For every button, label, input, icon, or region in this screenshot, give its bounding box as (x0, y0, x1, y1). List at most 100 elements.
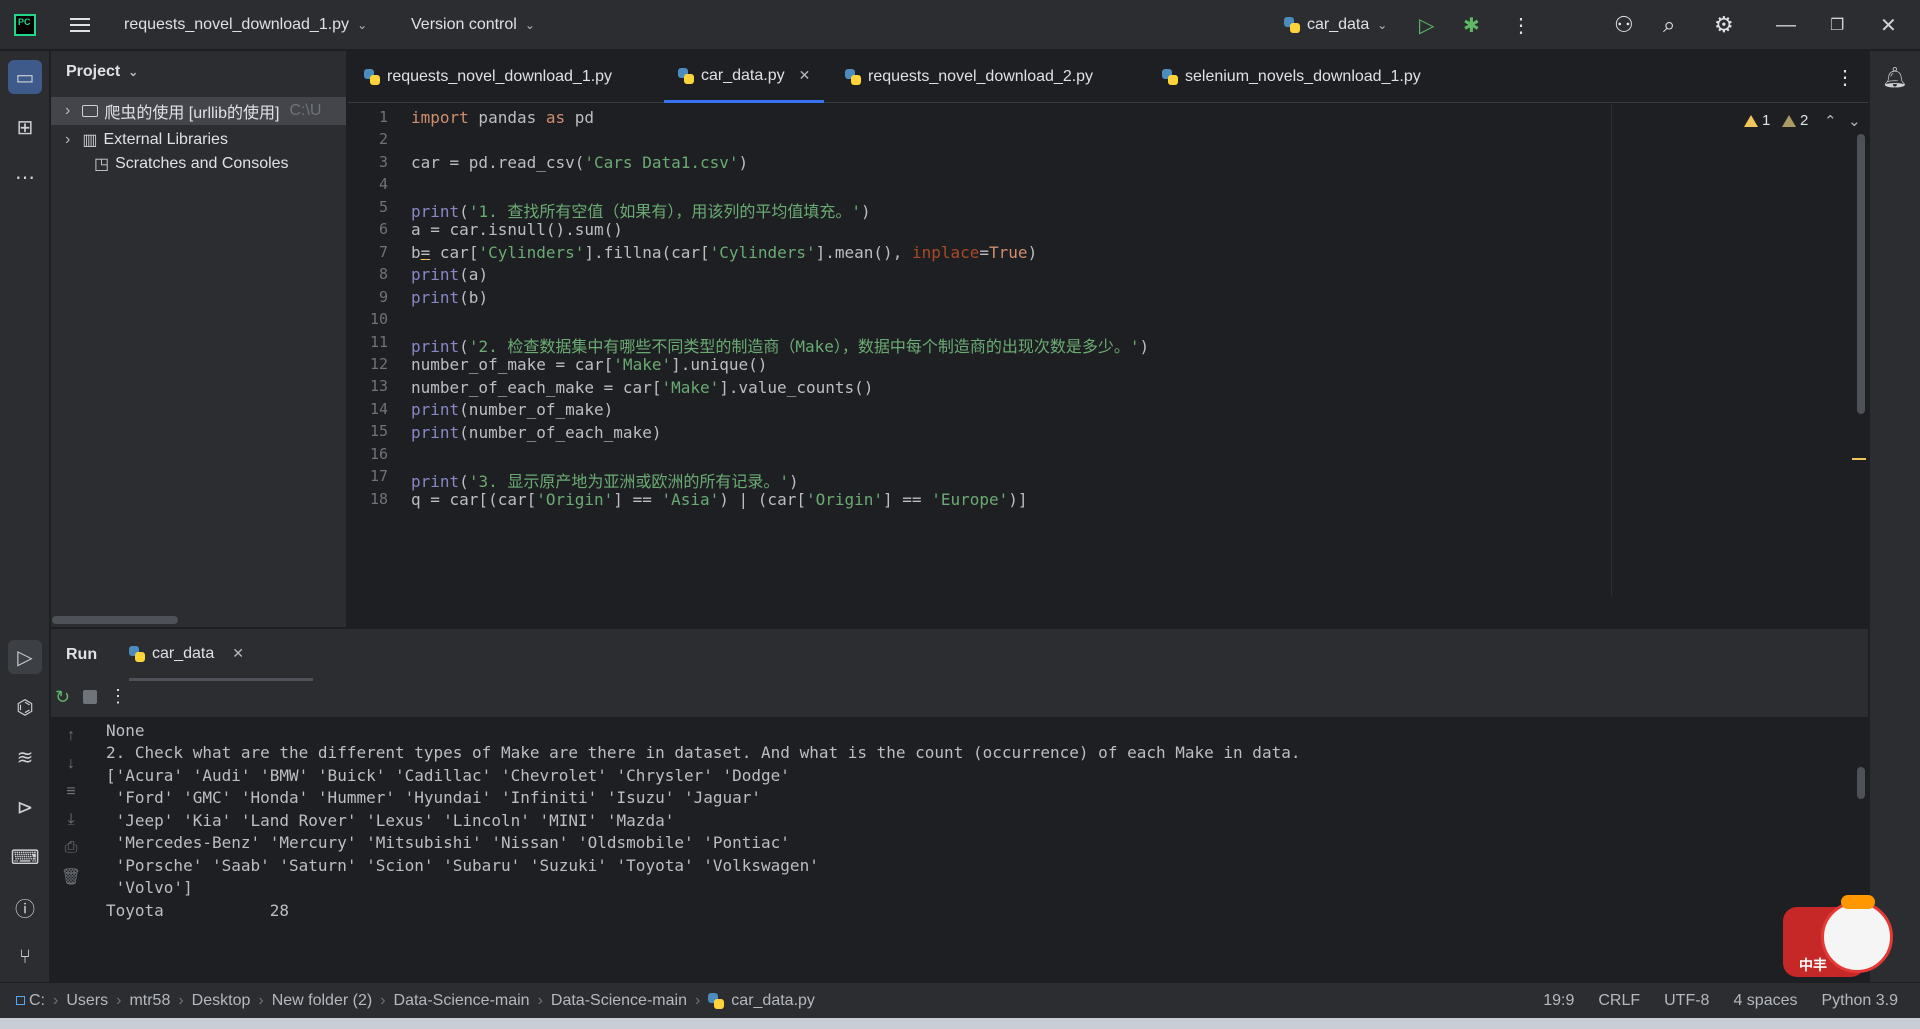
mascot-face (1821, 901, 1893, 973)
debug-icon[interactable]: ✱ (1463, 0, 1480, 50)
notifications-bell-icon[interactable]: 🔔︎ (1878, 60, 1912, 94)
run-tab-label: car_data (152, 644, 215, 662)
main-menu-icon[interactable] (70, 0, 90, 50)
run-tool-icon[interactable]: ▷ (8, 640, 42, 674)
tree-item-scratches[interactable]: ◳ Scratches and Consoles (51, 150, 289, 178)
console-output[interactable]: ↑ ↓ ≡ ⤓ ⎙ 🗑︎ None 2. Check what are the … (51, 717, 1868, 983)
title-bar: requests_novel_download_1.py ⌄ Version co… (0, 0, 1920, 50)
breadcrumb-separator-icon: › (258, 991, 264, 1009)
tab-requests-novel-download-2[interactable]: requests_novel_download_2.py (845, 51, 1093, 103)
layers-icon[interactable]: ≋ (8, 740, 42, 774)
run-panel-title: Run (66, 646, 98, 663)
run-tab-car-data[interactable]: car_data ✕ (129, 629, 313, 681)
line-number: 2 (378, 130, 388, 149)
console-vertical-scrollbar[interactable] (1857, 767, 1865, 799)
more-tools-icon[interactable]: ⋯ (8, 160, 42, 194)
project-panel-header[interactable]: Project ⌄ (66, 63, 138, 81)
breadcrumb-item[interactable]: Desktop (192, 992, 251, 1010)
code-editor[interactable]: 1 2 3 4 5 6 7 8 9 10 11 12 13 14 15 16 17 18 import panda… (348, 104, 1868, 596)
breadcrumb-item[interactable]: mtr58 (129, 992, 170, 1010)
warnings-indicator[interactable]: 1 (1744, 112, 1770, 129)
run-config-label: car_data (1307, 16, 1370, 33)
editor-vertical-scrollbar[interactable] (1857, 134, 1865, 414)
project-folder-icon[interactable]: ▭ (8, 60, 42, 94)
tree-item-label: Scratches and Consoles (115, 155, 289, 172)
tab-requests-novel-download-1[interactable]: requests_novel_download_1.py (364, 51, 612, 103)
vcs-dropdown[interactable]: Version control ⌄ (411, 0, 535, 50)
line-number: 9 (378, 287, 388, 306)
run-config-dropdown[interactable]: car_data ⌄ (1284, 0, 1387, 50)
mascot-overlay[interactable]: 中丰 (1783, 895, 1901, 985)
caret-position[interactable]: 19:9 (1543, 992, 1574, 1010)
previous-highlight-icon[interactable]: ⌃ (1824, 112, 1837, 130)
chevron-down-icon: ⌄ (128, 65, 139, 79)
breadcrumb-separator-icon: › (537, 991, 543, 1009)
close-window-icon[interactable]: ✕ (1880, 0, 1897, 50)
warning-stripe-marker[interactable] (1852, 458, 1866, 460)
next-highlight-icon[interactable]: ⌄ (1848, 112, 1861, 130)
code-line: print('2. 检查数据集中有哪些不同类型的制造商（Make），数据中每个制… (411, 337, 1150, 356)
app-logo-icon[interactable] (14, 0, 36, 50)
run-icon[interactable]: ▷ (1419, 0, 1434, 50)
line-number: 6 (378, 220, 388, 239)
scroll-down-icon[interactable]: ↓ (59, 755, 83, 773)
tab-selenium-novels-download-1[interactable]: selenium_novels_download_1.py (1162, 51, 1421, 103)
stop-icon[interactable] (83, 690, 97, 704)
breadcrumb-item[interactable]: Data-Science-main (551, 992, 687, 1010)
console-line: 'Ford' 'GMC' 'Honda' 'Hummer' 'Hyundai' … (106, 788, 762, 807)
console-line: ['Acura' 'Audi' 'BMW' 'Buick' 'Cadillac'… (106, 766, 790, 785)
restore-icon[interactable]: ❐ (1830, 0, 1844, 50)
breadcrumb-item[interactable]: New folder (2) (272, 992, 372, 1010)
project-horizontal-scrollbar[interactable] (52, 616, 178, 624)
line-separator[interactable]: CRLF (1598, 992, 1640, 1010)
console-line: None (106, 721, 145, 740)
console-line: 'Volvo'] (106, 878, 193, 897)
tree-item-path: C:\U (289, 102, 322, 119)
structure-icon[interactable]: ⊞ (8, 110, 42, 144)
problems-icon[interactable]: ⓘ (8, 890, 42, 924)
chevron-down-icon: ⌄ (357, 18, 368, 32)
console-line: Toyota 28 (106, 901, 290, 920)
chevron-down-icon: ⌄ (1377, 18, 1388, 32)
python-file-icon (708, 992, 725, 1009)
terminal-icon[interactable]: ⌨ (8, 840, 42, 874)
git-icon[interactable]: ⑂ (8, 940, 42, 974)
indent-setting[interactable]: 4 spaces (1733, 992, 1797, 1010)
tree-item-project-root[interactable]: › 爬虫的使用 [urllib的使用] C:\U (51, 97, 346, 125)
breadcrumb-item[interactable]: C: (29, 992, 45, 1010)
weak-warnings-indicator[interactable]: 2 (1782, 112, 1808, 129)
services-icon[interactable]: ⊳ (8, 790, 42, 824)
warning-icon (1744, 114, 1758, 127)
soft-wrap-icon[interactable]: ≡ (59, 783, 83, 801)
clear-all-icon[interactable]: 🗑︎ (59, 867, 83, 887)
folder-icon (82, 105, 99, 117)
search-icon[interactable]: ⌕ (1663, 0, 1675, 50)
python-interpreter[interactable]: Python 3.9 (1822, 992, 1899, 1010)
line-number: 11 (369, 332, 388, 351)
console-line: 'Mercedes-Benz' 'Mercury' 'Mitsubishi' '… (106, 833, 790, 852)
line-number: 7 (378, 242, 388, 261)
python-console-icon[interactable]: ⌬ (8, 690, 42, 724)
line-number: 12 (369, 354, 388, 373)
close-tab-icon[interactable]: ✕ (799, 67, 811, 84)
rerun-icon[interactable]: ↻ (55, 687, 70, 708)
file-encoding[interactable]: UTF-8 (1664, 992, 1709, 1010)
tab-options-icon[interactable]: ⋮ (1835, 51, 1855, 103)
python-icon (1284, 17, 1300, 33)
breadcrumb-item[interactable]: Users (66, 992, 108, 1010)
line-number: 5 (378, 197, 388, 216)
close-run-tab-icon[interactable]: ✕ (232, 645, 244, 662)
scroll-up-icon[interactable]: ↑ (59, 727, 83, 745)
project-file-dropdown[interactable]: requests_novel_download_1.py ⌄ (124, 0, 367, 50)
run-toolbar: ↻ ⋮ (51, 681, 1868, 717)
print-icon[interactable]: ⎙ (59, 839, 83, 857)
settings-gear-icon[interactable]: ⚙ (1714, 0, 1734, 50)
tab-car-data[interactable]: car_data.py ✕ (664, 51, 825, 103)
scroll-to-end-icon[interactable]: ⤓ (59, 811, 83, 829)
more-actions-icon[interactable]: ⋮ (1511, 0, 1531, 50)
breadcrumb-item[interactable]: Data-Science-main (394, 992, 530, 1010)
run-more-icon[interactable]: ⋮ (109, 686, 127, 707)
minimize-icon[interactable]: — (1776, 0, 1796, 50)
add-user-icon[interactable]: ⚇ (1614, 0, 1634, 50)
breadcrumb-item[interactable]: car_data.py (731, 992, 815, 1010)
